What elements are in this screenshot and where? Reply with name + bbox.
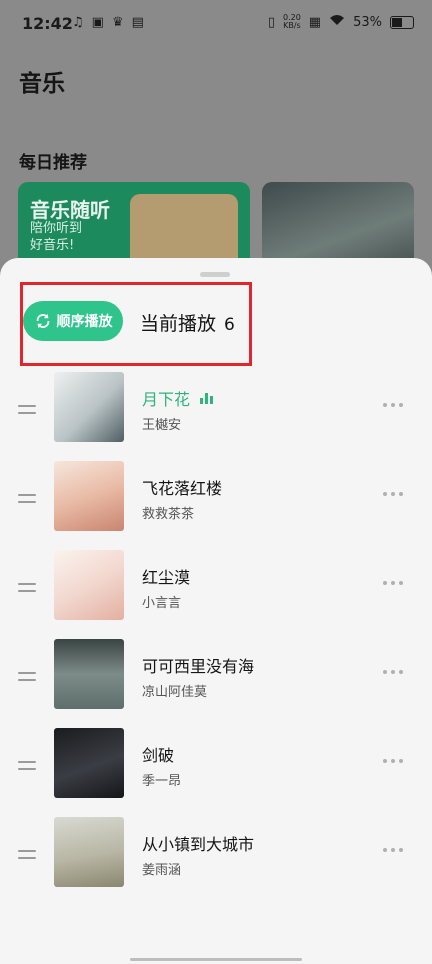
artist-name: 王樾安 [142,418,182,433]
song-title: 红尘漠 [142,568,191,587]
card-subtitle: 陪你听到 好音乐! [30,221,83,253]
song-title: 月下花 [142,386,214,410]
artist-name: 小言言 [142,596,182,611]
album-cover [54,639,124,709]
vibrate-icon: ▯ [267,14,275,30]
queue-item[interactable]: 剑破 季一昂 [0,726,432,815]
drag-handle-icon[interactable] [18,672,36,686]
artist-name: 救救茶茶 [142,507,195,522]
artist-name: 季一昂 [142,774,182,789]
notification-icons: ♫ ▣ ♛ ▤ [72,15,144,30]
more-options-icon[interactable] [383,492,403,496]
queue-item[interactable]: 红尘漠 小言言 [0,548,432,637]
status-time: 12:42 [22,14,73,33]
playing-equalizer-icon [200,392,214,404]
queue-item[interactable]: 可可西里没有海 凉山阿佳莫 [0,637,432,726]
drag-handle-icon[interactable] [18,405,36,419]
gesture-navigation-bar[interactable] [130,958,302,961]
crown-icon: ♛ [111,15,124,30]
queue-item[interactable]: 月下花 王樾安 [0,370,432,459]
album-cover [54,550,124,620]
queue-count: 6 [224,315,235,335]
artist-name: 凉山阿佳莫 [142,685,208,700]
play-mode-button[interactable]: 顺序播放 [23,301,123,341]
album-cover [54,372,124,442]
more-options-icon[interactable] [383,848,403,852]
more-options-icon[interactable] [383,403,403,407]
current-playlist-sheet: 顺序播放 当前播放 6 月下花 王樾安 飞花落红楼 救救茶茶 红尘漠 小言言 可… [0,258,432,964]
battery-icon [390,15,414,29]
battery-percent: 53% [353,14,382,30]
now-playing-title: 当前播放 [140,313,217,335]
sim-icon: ▦ [308,14,322,30]
album-cover [54,461,124,531]
card-title: 音乐随听 [30,198,110,222]
wallet-icon: ▤ [131,15,144,30]
song-title: 可可西里没有海 [142,657,255,676]
song-title: 飞花落红楼 [142,479,223,498]
sheet-drag-handle[interactable] [200,272,230,277]
drag-handle-icon[interactable] [18,761,36,775]
more-options-icon[interactable] [383,581,403,585]
artist-name: 姜雨涵 [142,863,182,878]
section-title: 每日推荐 [19,153,87,173]
song-title: 从小镇到大城市 [142,835,255,854]
more-options-icon[interactable] [383,670,403,674]
page-title: 音乐 [19,71,65,97]
repeat-icon [36,313,49,329]
drag-handle-icon[interactable] [18,583,36,597]
queue-item[interactable]: 飞花落红楼 救救茶茶 [0,459,432,548]
queue-list: 月下花 王樾安 飞花落红楼 救救茶茶 红尘漠 小言言 可可西里没有海 凉山阿佳莫 [0,370,432,904]
app-notification-icon: ▣ [91,15,104,30]
now-playing-header: 当前播放 6 [140,309,235,336]
drag-handle-icon[interactable] [18,494,36,508]
queue-item[interactable]: 从小镇到大城市 姜雨涵 [0,815,432,904]
network-speed: 0.20 KB/s [282,13,301,30]
album-cover [54,817,124,887]
more-options-icon[interactable] [383,759,403,763]
wifi-icon [329,14,345,30]
album-cover [54,728,124,798]
play-mode-label: 顺序播放 [56,314,113,330]
drag-handle-icon[interactable] [18,850,36,864]
music-note-icon: ♫ [72,15,84,30]
status-bar: 12:42 ♫ ▣ ♛ ▤ ▯ 0.20 KB/s ▦ 53% [0,0,432,48]
song-title: 剑破 [142,746,175,765]
